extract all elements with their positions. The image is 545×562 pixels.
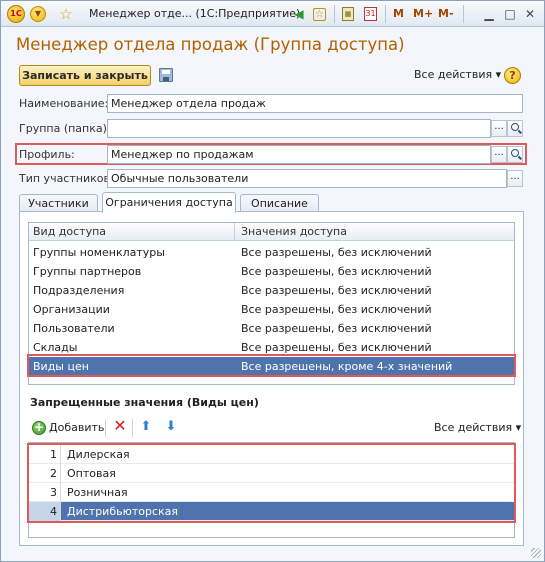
chevron-down-icon: ▾: [515, 421, 522, 434]
back-arrow-icon[interactable]: ◀: [291, 6, 307, 22]
add-icon[interactable]: +: [32, 421, 46, 435]
memory-mminus-button[interactable]: M-: [438, 7, 454, 20]
favorite-star-icon[interactable]: ☆: [58, 6, 74, 22]
save-and-close-button[interactable]: Записать и закрыть: [19, 65, 151, 86]
memory-mplus-button[interactable]: M+: [413, 7, 433, 20]
toolbar-separator: [132, 419, 133, 437]
access-kind-cell: Группы номенклатуры: [33, 246, 165, 259]
access-values-cell: Все разрешены, без исключений: [241, 303, 432, 316]
name-field[interactable]: Менеджер отдела продаж: [107, 94, 523, 113]
tab-panel: Вид доступа Значения доступа Группы номе…: [19, 211, 524, 546]
chevron-down-icon: ▾: [495, 68, 502, 81]
search-icon[interactable]: [507, 120, 523, 137]
column-header-access-kind[interactable]: Вид доступа: [33, 225, 106, 238]
table-row[interactable]: Подразделения Все разрешены, без исключе…: [29, 281, 514, 300]
1c-logo-icon[interactable]: 1С: [7, 5, 25, 23]
group-label: Группа (папка):: [19, 122, 111, 135]
table-row[interactable]: Группы партнеров Все разрешены, без искл…: [29, 262, 514, 281]
forbidden-values-highlight: [27, 443, 516, 523]
group-field[interactable]: [107, 119, 491, 138]
select-ellipsis-icon[interactable]: ...: [491, 146, 507, 163]
minimize-icon[interactable]: ▁: [482, 6, 496, 22]
forbidden-values-title: Запрещенные значения (Виды цен): [30, 396, 259, 409]
tab-description[interactable]: Описание: [240, 194, 319, 212]
access-values-cell: Все разрешены, без исключений: [241, 246, 432, 259]
access-kind-cell: Подразделения: [33, 284, 125, 297]
all-actions-label: Все действия: [414, 68, 493, 81]
table-row[interactable]: Пользователи Все разрешены, без исключен…: [29, 319, 514, 338]
profile-label: Профиль:: [19, 148, 75, 161]
access-kind-cell: Организации: [33, 303, 110, 316]
close-icon[interactable]: ✕: [523, 6, 537, 22]
profile-field[interactable]: Менеджер по продажам: [107, 145, 491, 164]
all-actions-menu[interactable]: Все действия ▾: [434, 421, 521, 434]
toolbar-separator: [105, 419, 106, 437]
maximize-icon[interactable]: □: [503, 6, 517, 22]
toolbar-separator: [463, 5, 464, 23]
resize-grip-icon[interactable]: [531, 548, 541, 558]
add-button[interactable]: Добавить: [49, 421, 104, 434]
access-kind-cell: Группы партнеров: [33, 265, 142, 278]
move-down-icon[interactable]: ⬇: [164, 419, 178, 435]
memory-m-button[interactable]: M: [393, 7, 404, 20]
all-actions-label: Все действия: [434, 421, 513, 434]
column-header-access-values[interactable]: Значения доступа: [241, 225, 347, 238]
title-bar: 1С ▼ ☆ Менеджер отде... (1С:Предприятие)…: [1, 1, 544, 27]
search-icon[interactable]: [507, 146, 523, 163]
table-header: Вид доступа Значения доступа: [29, 223, 514, 241]
toolbar-separator: [334, 5, 335, 23]
calendar-icon[interactable]: 31: [364, 7, 377, 21]
select-ellipsis-icon[interactable]: ...: [507, 170, 523, 187]
select-ellipsis-icon[interactable]: ...: [491, 120, 507, 137]
access-values-cell: Все разрешены, без исключений: [241, 284, 432, 297]
save-icon[interactable]: [159, 68, 173, 82]
window-title: Менеджер отде... (1С:Предприятие): [89, 7, 301, 20]
calculator-icon[interactable]: ▦: [342, 7, 354, 21]
name-label: Наименование:: [19, 97, 109, 110]
bookmark-icon[interactable]: ☆: [313, 8, 326, 21]
access-values-cell: Все разрешены, без исключений: [241, 265, 432, 278]
form-title: Менеджер отдела продаж (Группа доступа): [16, 35, 405, 54]
help-icon[interactable]: ?: [504, 67, 521, 84]
delete-icon[interactable]: ✕: [113, 418, 127, 434]
tab-access-restrictions[interactable]: Ограничения доступа: [102, 192, 236, 213]
table-row[interactable]: Группы номенклатуры Все разрешены, без и…: [29, 243, 514, 262]
members-type-label: Тип участников:: [19, 172, 114, 185]
all-actions-menu[interactable]: Все действия ▾: [414, 68, 501, 81]
access-values-cell: Все разрешены, без исключений: [241, 322, 432, 335]
toolbar-separator: [385, 5, 386, 23]
access-kind-cell: Пользователи: [33, 322, 115, 335]
members-type-field[interactable]: Обычные пользователи: [107, 169, 507, 188]
selected-row-highlight: [27, 354, 516, 377]
move-up-icon[interactable]: ⬆: [139, 419, 153, 435]
table-row[interactable]: Организации Все разрешены, без исключени…: [29, 300, 514, 319]
main-menu-icon[interactable]: ▼: [30, 6, 46, 22]
app-window: 1С ▼ ☆ Менеджер отде... (1С:Предприятие)…: [0, 0, 545, 562]
tab-members[interactable]: Участники: [19, 194, 98, 212]
